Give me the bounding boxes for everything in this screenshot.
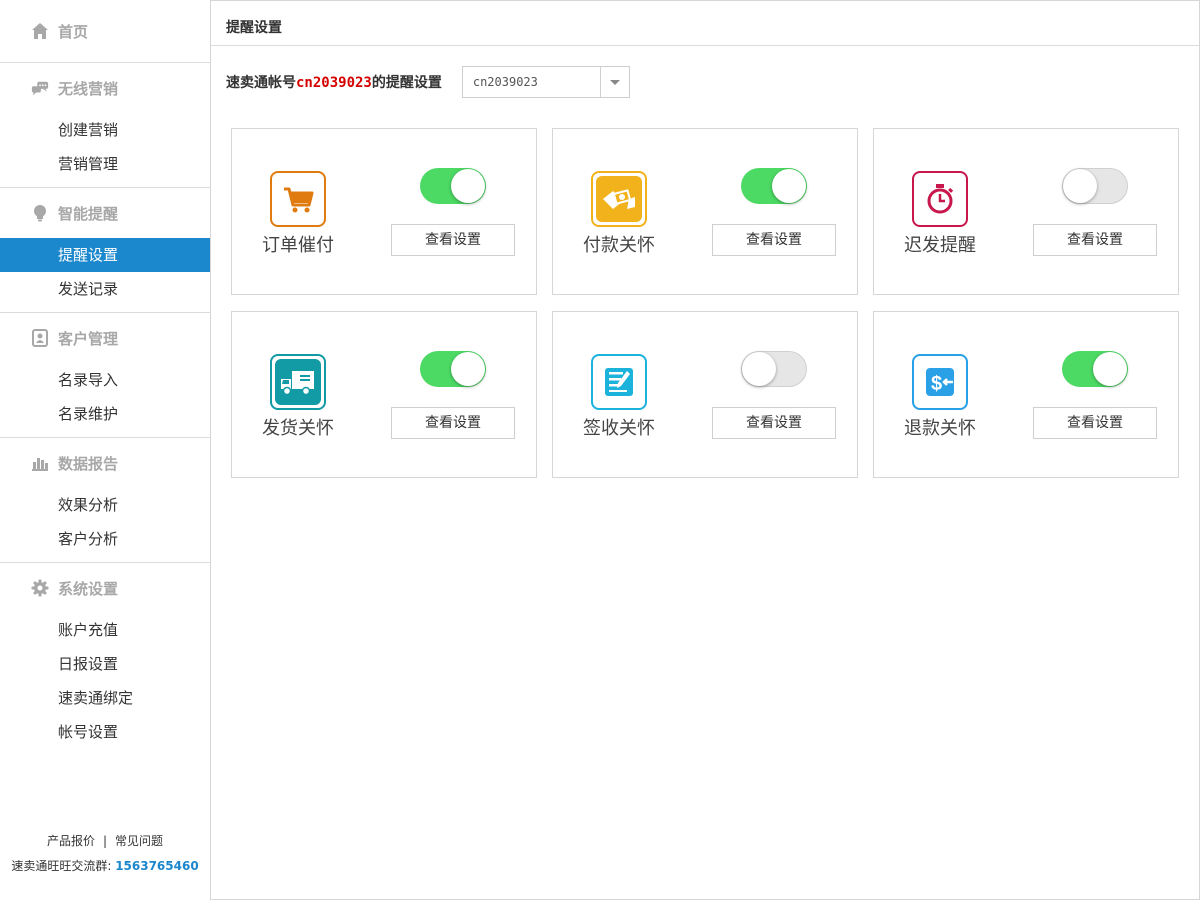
account-select-value: cn2039023 [472,75,538,89]
account-row: 速卖通帐号cn2039023的提醒设置 cn2039023 [226,66,630,98]
svg-text:$: $ [931,373,942,395]
sidebar-section-system: 系统设置 账户充值 日报设置 速卖通绑定 帐号设置 [0,563,210,749]
money-payment-icon [591,171,647,227]
section-label: 客户管理 [58,329,119,348]
card-title: 迟发提醒 [904,235,976,256]
delivery-truck-icon [270,354,326,410]
view-settings-button[interactable]: 查看设置 [1033,224,1157,256]
card-title: 退款关怀 [904,418,976,439]
card-refund-care: $ 退款关怀 查看设置 [873,311,1179,478]
toggle-knob [1093,352,1127,386]
sidebar-item-effect-analysis[interactable]: 效果分析 [0,488,210,522]
shopping-cart-icon [270,171,326,227]
toggle-knob [451,169,485,203]
sidebar-item-marketing-management[interactable]: 营销管理 [0,147,210,181]
section-head-system: 系统设置 [0,563,210,613]
page-title: 提醒设置 [211,0,1199,46]
sidebar-section-reports: 数据报告 效果分析 客户分析 [0,438,210,563]
footer-links: 产品报价 | 常见问题 [0,832,210,849]
view-settings-button[interactable]: 查看设置 [1033,407,1157,439]
group-info: 速卖通旺旺交流群: 1563765460 [0,857,210,874]
sidebar-section-customers: 客户管理 名录导入 名录维护 [0,313,210,438]
sidebar-item-account-settings[interactable]: 帐号设置 [0,715,210,749]
view-settings-button[interactable]: 查看设置 [391,407,515,439]
card-title: 付款关怀 [583,235,655,256]
sidebar-item-list-import[interactable]: 名录导入 [0,363,210,397]
sidebar-item-account-recharge[interactable]: 账户充值 [0,613,210,647]
view-settings-button[interactable]: 查看设置 [712,407,836,439]
section-head-reports: 数据报告 [0,438,210,488]
sidebar-section-marketing: 无线营销 创建营销 营销管理 [0,63,210,188]
view-settings-button[interactable]: 查看设置 [712,224,836,256]
sidebar-item-send-records[interactable]: 发送记录 [0,272,210,306]
card-late-shipment: 迟发提醒 查看设置 [873,128,1179,295]
toggle-switch[interactable] [420,351,486,387]
card-delivery-care: 发货关怀 查看设置 [231,311,537,478]
reminder-cards: 订单催付 查看设置 付款关怀 查看设置 迟发提醒 查看设置 发货关怀 查看设置 … [231,128,1179,478]
footer-separator: | [102,834,108,848]
toggle-knob [772,169,806,203]
sidebar-item-list-maintenance[interactable]: 名录维护 [0,397,210,431]
toggle-knob [742,352,776,386]
group-number[interactable]: 1563765460 [115,859,199,873]
card-sign-care: 签收关怀 查看设置 [552,311,858,478]
section-label: 智能提醒 [58,204,119,223]
card-payment-care: 付款关怀 查看设置 [552,128,858,295]
toggle-switch[interactable] [1062,168,1128,204]
home-icon [31,22,49,40]
stopwatch-icon [912,171,968,227]
section-head-marketing: 无线营销 [0,63,210,113]
pricing-link[interactable]: 产品报价 [47,834,95,848]
toggle-switch[interactable] [741,351,807,387]
sidebar-section-reminders: 智能提醒 提醒设置 发送记录 [0,188,210,313]
sidebar-home[interactable]: 首页 [0,0,210,63]
toggle-knob [451,352,485,386]
view-settings-button[interactable]: 查看设置 [391,224,515,256]
card-order-reminder: 订单催付 查看设置 [231,128,537,295]
toggle-switch[interactable] [1062,351,1128,387]
account-suffix: 的提醒设置 [371,75,442,91]
chat-icon [31,79,49,97]
account-label: 速卖通帐号cn2039023的提醒设置 [226,72,442,92]
card-title: 订单催付 [262,235,334,256]
account-id: cn2039023 [296,75,372,91]
section-label: 数据报告 [58,454,119,473]
contacts-icon [31,329,49,347]
sign-document-icon [591,354,647,410]
sidebar-item-create-marketing[interactable]: 创建营销 [0,113,210,147]
card-title: 签收关怀 [583,418,655,439]
home-label: 首页 [58,22,89,41]
toggle-knob [1063,169,1097,203]
sidebar-item-customer-analysis[interactable]: 客户分析 [0,522,210,556]
sidebar-item-daily-report-settings[interactable]: 日报设置 [0,647,210,681]
refund-dollar-icon: $ [912,354,968,410]
section-head-customers: 客户管理 [0,313,210,363]
bulb-icon [31,204,49,222]
card-title: 发货关怀 [262,418,334,439]
sidebar-footer: 产品报价 | 常见问题 速卖通旺旺交流群: 1563765460 [0,832,210,874]
gear-icon [31,579,49,597]
account-prefix: 速卖通帐号 [226,75,296,91]
section-label: 系统设置 [58,579,119,598]
toggle-switch[interactable] [420,168,486,204]
toggle-switch[interactable] [741,168,807,204]
sidebar: 首页 无线营销 创建营销 营销管理 智能提醒 提醒设置 发送记录 客户管理 名录… [0,0,211,900]
sidebar-item-aliexpress-binding[interactable]: 速卖通绑定 [0,681,210,715]
dropdown-button[interactable] [599,67,629,97]
sidebar-item-reminder-settings[interactable]: 提醒设置 [0,238,210,272]
bar-chart-icon [31,454,49,472]
faq-link[interactable]: 常见问题 [115,834,163,848]
chevron-down-icon [609,79,620,85]
section-head-reminders: 智能提醒 [0,188,210,238]
account-select[interactable]: cn2039023 [461,66,630,98]
main-content: 提醒设置 速卖通帐号cn2039023的提醒设置 cn2039023 订单催付 … [211,0,1199,900]
section-label: 无线营销 [58,79,119,98]
group-label: 速卖通旺旺交流群: [11,859,112,873]
